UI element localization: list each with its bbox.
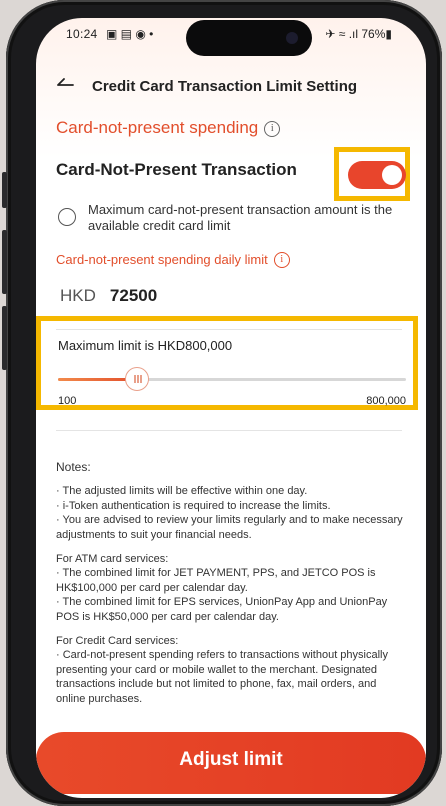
slider-min-label: 100 [58,395,77,407]
slider-max-label: 800,000 [366,395,406,407]
notes-section: Notes: · The adjusted limits will be eff… [56,460,408,706]
cc-heading: For Credit Card services: [56,635,179,648]
status-system-icons: ✈ ≈ .ıl 76%▮ [325,27,392,41]
note-item: · Card-not-present spending refers to tr… [56,649,388,705]
toggle-knob [382,165,402,185]
daily-limit-amount[interactable]: HKD 72500 [60,286,157,306]
limit-value: 72500 [109,286,158,305]
daily-limit-title: Card-not-present spending daily limit i [56,252,290,268]
page-header: Credit Card Transaction Limit Setting [36,64,426,104]
phone-side-button [2,230,7,294]
thumb-grip [137,375,139,383]
note-item: · The adjusted limits will be effective … [56,485,308,498]
note-item: · You are advised to review your limits … [56,514,403,541]
max-limit-radio-label: Maximum card-not-present transaction amo… [88,202,393,233]
note-item: · The combined limit for EPS services, U… [56,596,388,623]
page-title: Credit Card Transaction Limit Setting [92,78,358,95]
phone-side-button [2,306,7,370]
status-time: 10:24 [66,27,98,41]
camera-icon [286,32,298,44]
cnp-transaction-toggle[interactable] [348,161,406,189]
section-title-text: Card-not-present spending [56,118,259,137]
phone-side-button [2,172,7,208]
phone-frame: 10:24 ▣ ▤ ◉ • ✈ ≈ .ıl 76%▮ Credit Card T… [2,0,442,806]
status-notification-icons: ▣ ▤ ◉ • [106,27,154,41]
atm-heading: For ATM card services: [56,553,169,566]
max-limit-text: Maximum limit is HKD800,000 [58,338,233,353]
info-icon[interactable]: i [273,252,290,268]
daily-limit-title-text: Card-not-present spending daily limit [56,252,268,267]
dynamic-island [186,20,312,56]
thumb-grip [134,375,136,383]
info-icon[interactable]: i [264,121,281,137]
thumb-grip [140,375,142,383]
notes-heading: Notes: [56,460,91,474]
currency-label: HKD [60,286,96,305]
note-item: · The combined limit for JET PAYMENT, PP… [56,567,376,594]
section-title: Card-not-present spending i [56,118,281,138]
cnp-transaction-label: Card-Not-Present Transaction [56,160,297,179]
back-arrow-icon[interactable] [56,78,74,90]
app-screen: 10:24 ▣ ▤ ◉ • ✈ ≈ .ıl 76%▮ Credit Card T… [36,18,426,798]
max-limit-radio[interactable] [58,208,76,226]
slider-highlight-box [36,316,418,410]
note-item: · i-Token authentication is required to … [56,499,331,512]
slider-thumb[interactable] [125,367,149,391]
adjust-limit-button[interactable]: Adjust limit [36,732,426,794]
divider [56,430,402,431]
